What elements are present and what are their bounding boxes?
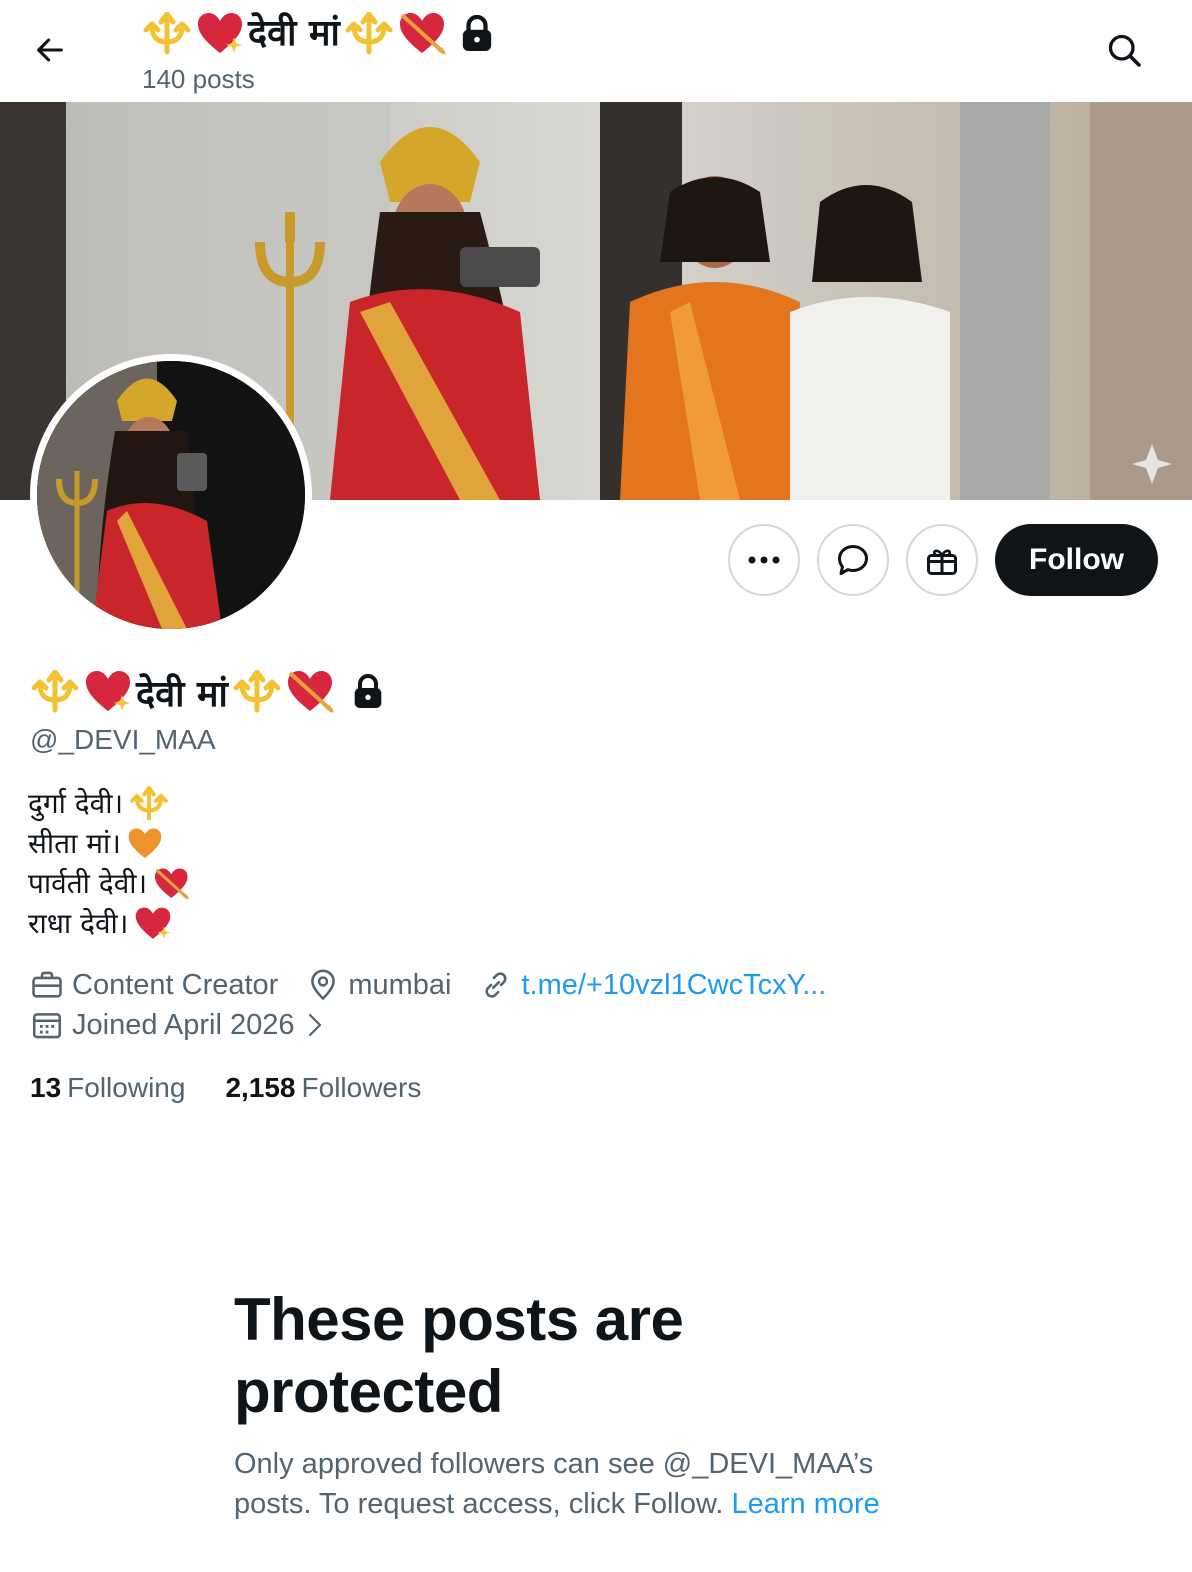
joined-text: Joined April 2026 <box>72 1008 295 1041</box>
message-icon <box>838 545 869 575</box>
lock-icon <box>462 15 492 51</box>
link-icon <box>485 972 507 998</box>
heart-with-arrow-emoji <box>287 671 334 713</box>
gift-button[interactable] <box>906 524 979 596</box>
trident-emoji <box>233 670 281 713</box>
profile-avatar[interactable] <box>30 354 312 636</box>
protected-title: These posts are protected <box>234 1286 684 1425</box>
top-bar: देवी मां 140 posts <box>0 0 1192 102</box>
follow-stats: 13 Following 2,158 Followers <box>30 1072 421 1104</box>
gift-icon <box>927 549 958 575</box>
followers-stat[interactable]: 2,158 Followers <box>225 1072 421 1104</box>
posts-count: 140 posts <box>142 64 255 94</box>
learn-more-link[interactable]: Learn more <box>732 1488 880 1520</box>
message-button[interactable] <box>817 524 890 596</box>
heart-with-arrow-emoji <box>155 868 190 900</box>
category-item: Content Creator <box>30 968 278 1002</box>
display-name-text: देवी मां <box>136 673 228 715</box>
search-icon <box>1108 34 1141 67</box>
trident-emoji <box>345 12 393 55</box>
briefcase-icon <box>32 971 62 998</box>
location-pin-icon <box>311 969 336 1001</box>
link-item[interactable]: t.me/+10vzl1CwcTcxY... <box>479 968 826 1002</box>
bio-line: पार्वती देवी। <box>28 864 191 904</box>
profile-bio: दुर्गा देवी। सीता मां। पार्वती देवी। राध… <box>28 784 191 944</box>
header-title: देवी मां <box>142 8 494 60</box>
profile-link[interactable]: t.me/+10vzl1CwcTcxY... <box>521 969 826 1002</box>
calendar-icon <box>32 1013 62 1039</box>
arrow-left-icon <box>37 38 63 62</box>
joined-item[interactable]: Joined April 2026 <box>30 1008 327 1042</box>
bio-line: राधा देवी। <box>28 904 191 944</box>
header-title-text: देवी मां <box>248 13 340 54</box>
bio-line: सीता मां। <box>28 824 191 864</box>
sparkling-heart-emoji <box>136 907 171 939</box>
trident-emoji <box>31 670 79 713</box>
followers-label: Followers <box>301 1072 422 1103</box>
bio-line: दुर्गा देवी। <box>28 784 191 824</box>
user-handle: @_DEVI_MAA <box>30 724 216 755</box>
following-stat[interactable]: 13 Following <box>30 1072 185 1104</box>
back-button[interactable] <box>28 28 72 72</box>
profile-meta-row: Content Creator mumbai t.me/+10vzl1CwcTc… <box>30 968 854 1002</box>
follow-button[interactable]: Follow <box>995 524 1158 596</box>
sparkling-heart-emoji <box>198 13 242 53</box>
trident-emoji <box>143 12 191 55</box>
lock-icon <box>354 674 382 708</box>
chevron-right-icon <box>308 1013 321 1037</box>
joined-row[interactable]: Joined April 2026 <box>30 1008 355 1042</box>
orange-heart-emoji <box>128 828 162 859</box>
sparkling-heart-emoji <box>86 671 130 711</box>
avatar-photo <box>37 361 305 629</box>
more-button[interactable] <box>728 524 801 596</box>
display-name: देवी मां <box>30 664 384 720</box>
following-label: Following <box>67 1072 186 1103</box>
location-item: mumbai <box>306 968 451 1002</box>
followers-count: 2,158 <box>225 1072 296 1103</box>
heart-with-arrow-emoji <box>399 13 446 55</box>
profile-actions: Follow <box>728 524 1158 596</box>
following-count: 13 <box>30 1072 62 1103</box>
trident-emoji <box>130 786 168 821</box>
location-text: mumbai <box>348 968 452 1001</box>
protected-text: Only approved followers can see @_DEVI_M… <box>234 1444 954 1524</box>
search-button[interactable] <box>1102 28 1146 72</box>
category-text: Content Creator <box>72 968 279 1001</box>
more-dots-icon <box>748 556 780 564</box>
